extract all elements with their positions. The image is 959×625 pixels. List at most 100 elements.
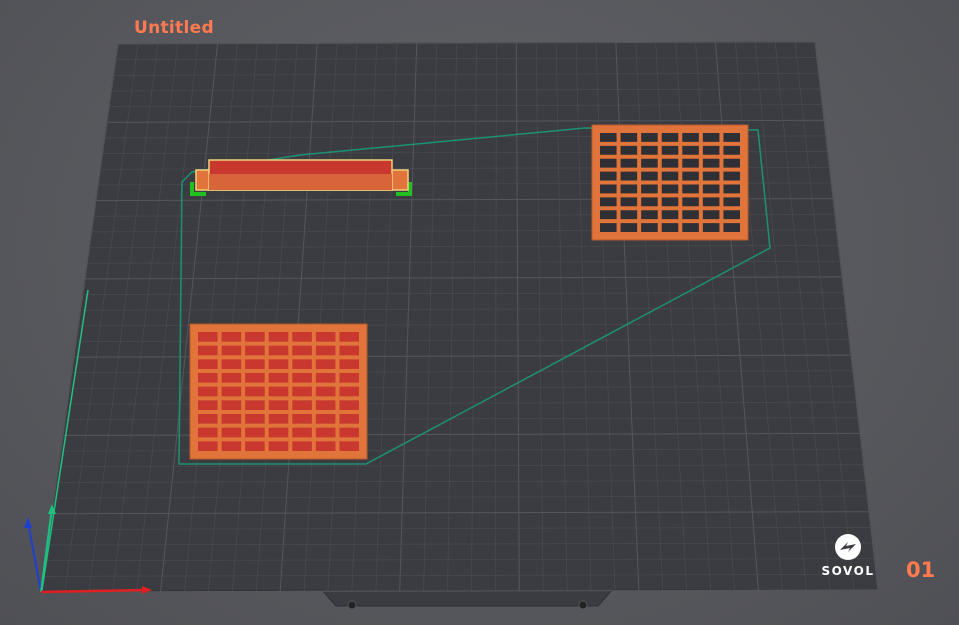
tile-cell bbox=[641, 184, 658, 194]
tile-cell bbox=[620, 210, 638, 220]
tile-cell bbox=[268, 441, 289, 451]
tile-cell bbox=[198, 386, 218, 397]
tile-cell bbox=[723, 223, 740, 232]
tile-cell bbox=[661, 158, 679, 168]
tile-cell bbox=[221, 414, 242, 424]
tile-cell bbox=[221, 345, 242, 356]
tile-cell bbox=[641, 158, 658, 168]
plate-number[interactable]: 01 bbox=[906, 558, 935, 582]
tile-cell bbox=[339, 427, 359, 438]
tile-cell bbox=[620, 223, 638, 232]
tile-cell bbox=[661, 223, 679, 232]
tile-cell bbox=[723, 210, 740, 220]
tile-cell bbox=[221, 441, 242, 451]
tile-cell bbox=[682, 184, 699, 194]
bed-mount-hole bbox=[578, 600, 588, 610]
tile-cell bbox=[620, 197, 638, 207]
tile-cell bbox=[268, 373, 289, 383]
object-grid-tile-left[interactable] bbox=[189, 323, 368, 460]
tile-cell bbox=[339, 386, 359, 397]
tile-cell bbox=[315, 373, 336, 383]
tile-cell bbox=[245, 400, 265, 410]
tile-cell bbox=[268, 386, 289, 397]
tile-cell bbox=[245, 386, 265, 397]
tile-cell bbox=[661, 210, 679, 220]
tile-cell bbox=[339, 414, 359, 424]
tile-cell bbox=[620, 184, 638, 194]
tile-cell bbox=[198, 414, 218, 424]
tile-cell bbox=[292, 373, 312, 383]
bed-mount-hole bbox=[347, 600, 357, 610]
tile-cell bbox=[315, 414, 336, 424]
tile-cell bbox=[245, 345, 265, 356]
tile-cell bbox=[315, 332, 336, 342]
tile-cell bbox=[339, 373, 359, 383]
tile-cell bbox=[723, 133, 740, 142]
tile-cell bbox=[723, 145, 740, 155]
tile-cell bbox=[600, 197, 617, 207]
tile-cell bbox=[198, 345, 218, 356]
tile-cell bbox=[198, 400, 218, 410]
tile-cell bbox=[292, 332, 312, 342]
tile-cell bbox=[620, 133, 638, 142]
tile-cell bbox=[600, 158, 617, 168]
tile-cell bbox=[315, 441, 336, 451]
tile-cell bbox=[268, 400, 289, 410]
tile-cell bbox=[315, 427, 336, 438]
tile-cell bbox=[245, 427, 265, 438]
object-long-bar[interactable] bbox=[190, 159, 412, 196]
tile-cell bbox=[339, 359, 359, 369]
tile-cell bbox=[682, 133, 699, 142]
tile-cell bbox=[600, 184, 617, 194]
tile-cell bbox=[600, 171, 617, 181]
tile-cell bbox=[315, 345, 336, 356]
tile-cell bbox=[702, 197, 720, 207]
tile-cell bbox=[600, 223, 617, 232]
tile-cell bbox=[198, 441, 218, 451]
tile-cell bbox=[292, 359, 312, 369]
tile-cell bbox=[600, 145, 617, 155]
tile-cell bbox=[600, 133, 617, 142]
tile-cell bbox=[641, 210, 658, 220]
tile-cell bbox=[600, 210, 617, 220]
sovol-logo: SOVOL bbox=[808, 532, 888, 582]
tile-cell bbox=[682, 197, 699, 207]
tile-cell bbox=[292, 441, 312, 451]
object-grid-tile-right[interactable] bbox=[591, 124, 749, 241]
tile-cell bbox=[702, 145, 720, 155]
tile-cell bbox=[620, 171, 638, 181]
tile-cell bbox=[245, 441, 265, 451]
tile-cell bbox=[198, 373, 218, 383]
tile-cell bbox=[245, 332, 265, 342]
tile-cell bbox=[641, 145, 658, 155]
tile-cell bbox=[702, 223, 720, 232]
tile-cell bbox=[221, 427, 242, 438]
3d-viewport[interactable]: Untitled SOVOL 01 bbox=[0, 0, 959, 625]
tile-cell bbox=[268, 359, 289, 369]
tile-cell bbox=[315, 386, 336, 397]
plate-title[interactable]: Untitled bbox=[134, 18, 214, 38]
tile-cell bbox=[221, 386, 242, 397]
tile-cell bbox=[641, 133, 658, 142]
axis-z-arrow-icon bbox=[24, 517, 32, 528]
tile-cell bbox=[702, 210, 720, 220]
tile-cell bbox=[245, 359, 265, 369]
tile-cell bbox=[315, 400, 336, 410]
tile-cell bbox=[620, 145, 638, 155]
tile-cell bbox=[315, 359, 336, 369]
tile-cell bbox=[661, 184, 679, 194]
tile-cell bbox=[682, 210, 699, 220]
tile-cell bbox=[268, 427, 289, 438]
tile-cell bbox=[198, 427, 218, 438]
tile-cell bbox=[682, 145, 699, 155]
tile-cell bbox=[661, 145, 679, 155]
axis-z-line bbox=[27, 521, 42, 593]
tile-cell bbox=[339, 441, 359, 451]
tile-cell bbox=[292, 427, 312, 438]
tile-cell bbox=[661, 171, 679, 181]
tile-cell bbox=[682, 158, 699, 168]
tile-cell bbox=[221, 332, 242, 342]
tile-cell bbox=[641, 223, 658, 232]
tile-cell bbox=[221, 359, 242, 369]
tile-cell bbox=[682, 171, 699, 181]
